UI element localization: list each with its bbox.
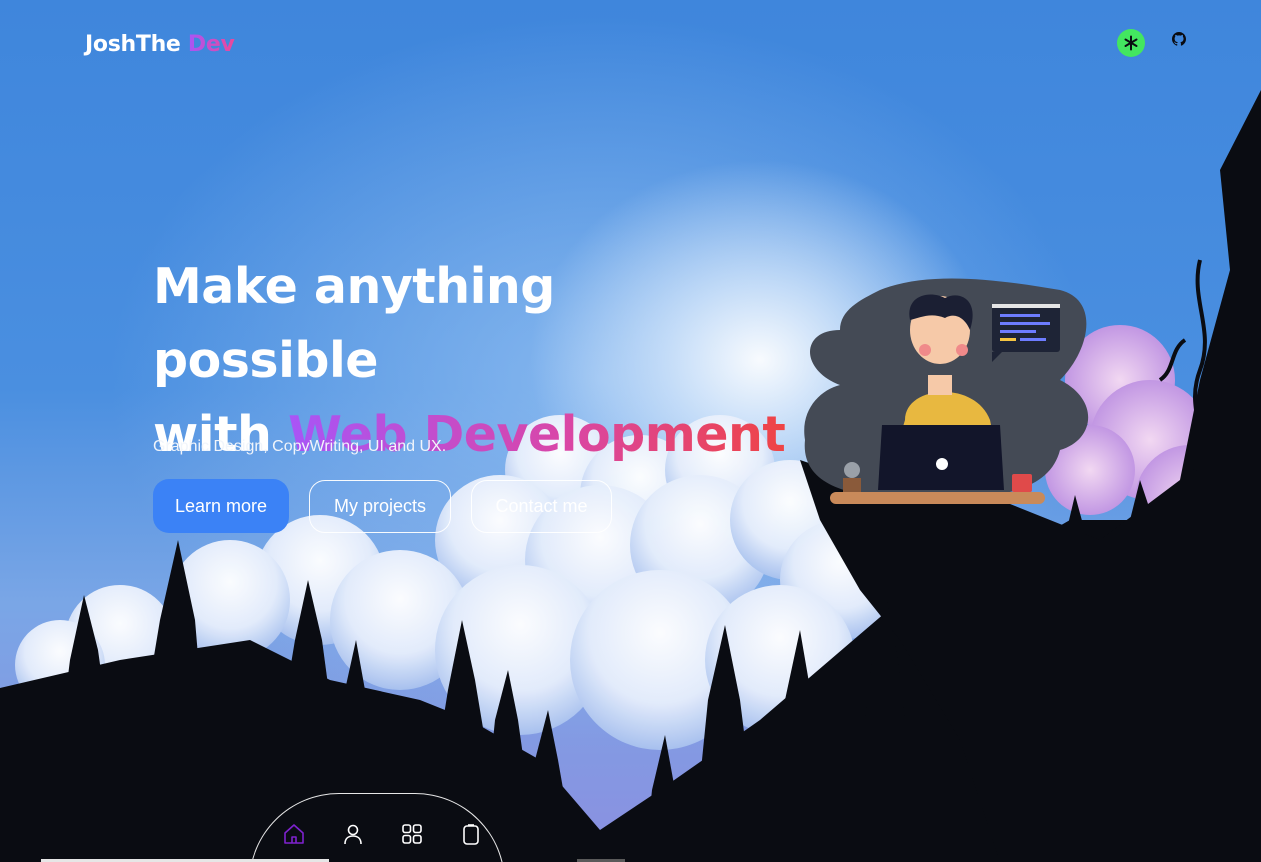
hero-subtitle: Graphic Design, CopyWriting, UI and UX. (153, 438, 447, 455)
home-glyph (284, 824, 304, 844)
user-glyph (344, 824, 362, 845)
learn-more-button[interactable]: Learn more (153, 479, 289, 533)
clipboard-icon[interactable] (458, 821, 484, 847)
my-projects-button[interactable]: My projects (309, 480, 451, 533)
clipboard-glyph (463, 824, 479, 845)
github-glyph (1172, 32, 1186, 46)
github-icon[interactable] (1165, 25, 1193, 53)
contact-me-button[interactable]: Contact me (471, 480, 612, 533)
hero-title-line1: Make anything possible (153, 258, 555, 389)
grid-glyph (402, 824, 422, 844)
developer-illustration (804, 278, 1089, 504)
site-logo[interactable]: JoshThe Dev (85, 32, 235, 57)
asterisk-glyph (1124, 35, 1138, 51)
grid-icon[interactable] (399, 821, 425, 847)
linktree-icon[interactable] (1117, 29, 1145, 57)
user-icon[interactable] (340, 821, 366, 847)
logo-accent: Dev (187, 32, 235, 57)
logo-main: JoshThe (85, 32, 181, 57)
home-icon[interactable] (281, 821, 307, 847)
